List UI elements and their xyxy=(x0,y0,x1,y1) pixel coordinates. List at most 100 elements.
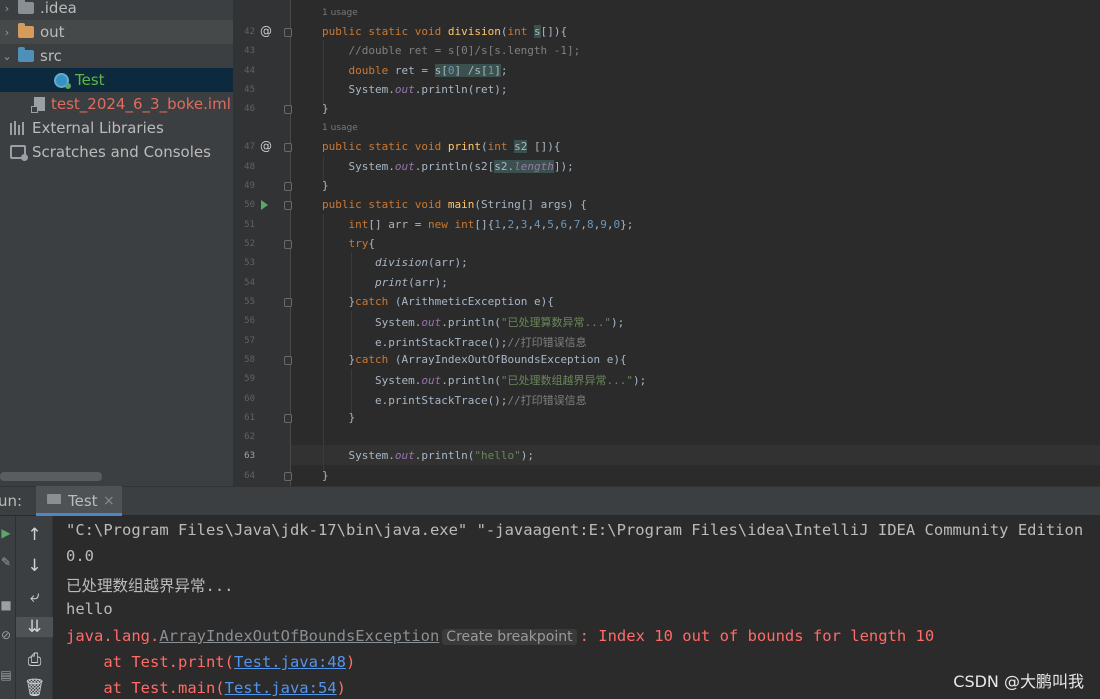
line-number: 64 xyxy=(244,471,255,481)
code-line: e.printStackTrace();//打印错误信息 xyxy=(322,394,587,407)
layout-icon[interactable]: ▤ xyxy=(0,668,12,682)
overridden-method-icon[interactable]: @ xyxy=(260,139,272,153)
line-number: 44 xyxy=(244,66,255,76)
run-tool-window-header xyxy=(0,486,1100,516)
code-line: } xyxy=(322,469,329,482)
line-number: 60 xyxy=(244,394,255,404)
code-line: }catch (ArithmeticException e){ xyxy=(322,295,554,308)
usage-hint[interactable]: 1 usage xyxy=(322,123,358,133)
project-tree-panel: › .idea › out ⌄ src Test test_2024_6_3_b… xyxy=(0,0,233,486)
fold-marker-icon[interactable] xyxy=(284,201,292,210)
console-line: "C:\Program Files\Java\jdk-17\bin\java.e… xyxy=(66,521,1084,539)
line-number: 43 xyxy=(244,46,255,56)
tree-item-idea[interactable]: › .idea xyxy=(0,0,233,20)
line-number: 49 xyxy=(244,181,255,191)
code-line: public static void main(String[] args) { xyxy=(322,198,587,211)
horizontal-scrollbar[interactable] xyxy=(0,472,102,481)
close-icon[interactable]: × xyxy=(103,493,115,509)
trash-icon[interactable]: 🗑 xyxy=(16,678,53,698)
line-number: 45 xyxy=(244,85,255,95)
exception-package: java.lang. xyxy=(66,627,160,645)
stop-icon[interactable]: ■ xyxy=(0,598,12,612)
wrench-icon[interactable]: ✎ xyxy=(0,555,12,569)
fold-marker-icon[interactable] xyxy=(284,298,292,307)
line-number: 55 xyxy=(244,297,255,307)
tree-item-external-libraries[interactable]: External Libraries xyxy=(0,116,233,140)
tree-item-label: Scratches and Consoles xyxy=(32,143,211,161)
scratches-icon xyxy=(10,145,28,161)
arrow-down-icon[interactable]: ↓ xyxy=(16,556,53,576)
module-file-icon xyxy=(31,97,45,113)
console-output[interactable] xyxy=(53,516,1100,699)
tree-item-label: test_2024_6_3_boke.iml xyxy=(51,95,231,113)
overridden-method-icon[interactable]: @ xyxy=(260,24,272,38)
folder-icon xyxy=(18,0,34,14)
source-folder-icon xyxy=(18,47,34,62)
code-line: System.out.println("已处理数组越界异常..."); xyxy=(322,374,647,387)
tree-item-out[interactable]: › out xyxy=(0,20,233,44)
folder-icon xyxy=(18,23,34,38)
rerun-icon[interactable]: ▶ xyxy=(0,526,12,540)
create-breakpoint-button[interactable]: Create breakpoint xyxy=(442,629,577,645)
line-number: 47 xyxy=(244,142,255,152)
fold-marker-icon[interactable] xyxy=(284,143,292,152)
chevron-down-icon[interactable]: ⌄ xyxy=(0,50,14,63)
code-line: int[] arr = new int[]{1,2,3,4,5,6,7,8,9,… xyxy=(348,218,634,231)
tree-item-iml-file[interactable]: test_2024_6_3_boke.iml xyxy=(0,92,233,116)
stack-frame-suffix: ) xyxy=(336,679,346,697)
line-number: 54 xyxy=(244,278,255,288)
fold-marker-icon[interactable] xyxy=(284,240,292,249)
run-panel-label: un: xyxy=(0,492,23,510)
code-line: division(arr); xyxy=(374,256,468,269)
arrow-up-icon[interactable]: ↑ xyxy=(16,525,53,545)
fold-marker-icon[interactable] xyxy=(284,28,292,37)
code-line: //double ret = s[0]/s[s.length -1]; xyxy=(348,44,581,57)
scroll-to-end-icon[interactable]: ⇊ xyxy=(16,617,53,637)
java-class-icon xyxy=(54,72,71,89)
tab-label: Test xyxy=(68,492,98,510)
soft-wrap-icon[interactable]: ⤶ xyxy=(16,587,53,607)
code-line: System.out.println(ret); xyxy=(322,83,508,96)
print-icon[interactable]: ⎙ xyxy=(16,650,53,670)
code-line: double ret = s[0] /s[1]; xyxy=(348,64,508,77)
chevron-right-icon[interactable]: › xyxy=(0,2,14,15)
fold-marker-icon[interactable] xyxy=(284,356,292,365)
libraries-icon xyxy=(10,121,26,135)
source-link[interactable]: Test.java:48 xyxy=(234,653,346,671)
usage-hint[interactable]: 1 usage xyxy=(322,8,358,18)
code-line: try{ xyxy=(348,237,376,250)
fold-marker-icon[interactable] xyxy=(284,472,292,481)
tree-item-label: External Libraries xyxy=(32,119,164,137)
chevron-right-icon[interactable]: › xyxy=(0,26,14,39)
code-line: } xyxy=(322,179,329,192)
fold-marker-icon[interactable] xyxy=(284,182,292,191)
line-number: 52 xyxy=(244,239,255,249)
exception-class-link[interactable]: ArrayIndexOutOfBoundsException xyxy=(159,627,439,645)
line-number: 53 xyxy=(244,258,255,268)
run-main-icon[interactable] xyxy=(261,200,268,210)
line-number: 48 xyxy=(244,162,255,172)
console-icon xyxy=(47,494,61,504)
code-line: System.out.println(s2[s2.length]); xyxy=(322,160,574,173)
fold-marker-icon[interactable] xyxy=(284,414,292,423)
line-number: 42 xyxy=(244,27,255,37)
line-number: 63 xyxy=(244,451,255,461)
code-line: } xyxy=(322,102,329,115)
tree-item-test-class[interactable]: Test xyxy=(0,68,233,92)
stack-frame-prefix: at Test.main( xyxy=(66,679,225,697)
fold-marker-icon[interactable] xyxy=(284,105,292,114)
line-number: 46 xyxy=(244,104,255,114)
stack-frame-suffix: ) xyxy=(345,653,356,671)
tree-item-scratches[interactable]: Scratches and Consoles xyxy=(0,140,233,164)
camera-icon[interactable]: ⊘ xyxy=(0,628,12,642)
tree-item-label: src xyxy=(40,47,62,65)
code-line: System.out.println("已处理算数异常..."); xyxy=(322,316,625,329)
stack-frame-line: at Test.main(Test.java:54) xyxy=(66,679,346,697)
exception-line: java.lang.ArrayIndexOutOfBoundsException… xyxy=(66,627,934,645)
tree-item-src[interactable]: ⌄ src xyxy=(0,44,233,68)
line-number: 51 xyxy=(244,220,255,230)
source-link[interactable]: Test.java:54 xyxy=(225,679,337,697)
tree-item-label: out xyxy=(40,23,65,41)
watermark: CSDN @大鹏叫我 xyxy=(953,672,1084,691)
stack-frame-line: at Test.print(Test.java:48) xyxy=(66,653,355,671)
